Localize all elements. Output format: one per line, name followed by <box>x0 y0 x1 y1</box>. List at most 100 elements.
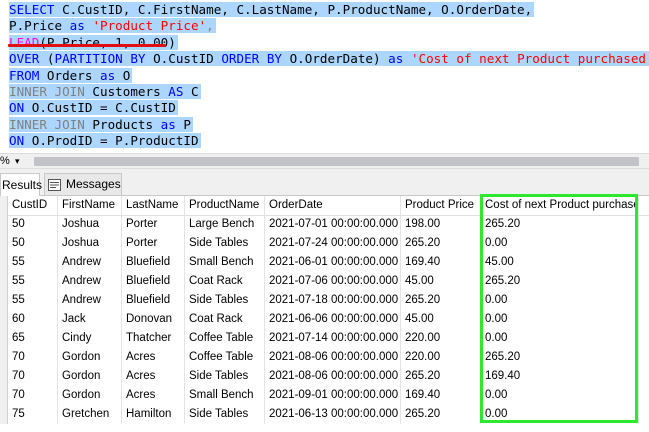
table-cell[interactable]: 0.00 <box>481 386 639 405</box>
column-header[interactable]: Product Price <box>401 196 481 215</box>
code-line[interactable]: ON O.ProdID = P.ProductID <box>9 132 201 149</box>
table-cell[interactable]: 220.00 <box>401 348 481 367</box>
table-cell[interactable]: Jack <box>58 310 122 329</box>
table-cell[interactable]: Gordon <box>58 348 122 367</box>
table-cell[interactable]: 169.40 <box>401 253 481 272</box>
table-cell[interactable]: 75 <box>8 405 58 424</box>
table-cell[interactable]: 2021-07-01 00:00:00.000 <box>265 215 401 234</box>
table-cell[interactable]: 55 <box>8 272 58 291</box>
code-line[interactable]: SELECT C.CustID, C.FirstName, C.LastName… <box>9 1 535 18</box>
row-selector[interactable] <box>0 234 8 253</box>
table-cell[interactable]: 2021-07-18 00:00:00.000 <box>265 291 401 310</box>
tab-results[interactable]: Results <box>0 173 42 196</box>
code-line[interactable]: INNER JOIN Customers AS C <box>9 83 201 100</box>
table-cell[interactable]: 45.00 <box>401 272 481 291</box>
table-cell[interactable]: 0.00 <box>481 310 639 329</box>
table-cell[interactable]: 265.20 <box>481 272 639 291</box>
row-selector[interactable] <box>0 291 8 310</box>
table-cell[interactable]: 0.00 <box>481 234 639 253</box>
table-cell[interactable]: 60 <box>8 310 58 329</box>
table-row[interactable]: 55 Andrew Bluefield Side Tables 2021-07-18 0… <box>0 291 649 310</box>
table-cell[interactable]: Andrew <box>58 253 122 272</box>
table-cell[interactable]: 0.00 <box>481 291 639 310</box>
row-selector-header[interactable] <box>0 196 8 215</box>
table-cell[interactable]: Side Tables <box>185 234 265 253</box>
results-grid[interactable]: CustID FirstName LastName ProductName OrderD… <box>0 196 649 432</box>
table-cell[interactable]: 45.00 <box>481 253 639 272</box>
table-cell[interactable]: 50 <box>8 234 58 253</box>
table-row[interactable]: 60 Jack Donovan Coat Rack 2021-06-06 00:00:0… <box>0 310 649 329</box>
column-header[interactable]: LastName <box>122 196 185 215</box>
table-cell[interactable]: 2021-07-14 00:00:00.000 <box>265 329 401 348</box>
table-cell[interactable]: Hamilton <box>122 405 185 424</box>
table-cell[interactable]: 2021-08-06 00:00:00.000 <box>265 348 401 367</box>
code-line[interactable]: P.Price as 'Product Price', <box>9 17 216 34</box>
table-cell[interactable]: 265.20 <box>401 291 481 310</box>
tab-messages[interactable]: Messages <box>44 173 122 196</box>
table-row[interactable]: 70 Gordon Acres Side Tables 2021-08-06 00:00… <box>0 367 649 386</box>
table-cell[interactable]: 55 <box>8 291 58 310</box>
table-cell[interactable]: Porter <box>122 215 185 234</box>
table-cell[interactable]: 2021-07-06 00:00:00.000 <box>265 272 401 291</box>
row-selector[interactable] <box>0 386 8 405</box>
row-selector[interactable] <box>0 348 8 367</box>
table-cell[interactable]: 220.00 <box>401 329 481 348</box>
row-selector[interactable] <box>0 329 8 348</box>
horizontal-scrollbar[interactable] <box>34 157 639 166</box>
table-cell[interactable]: 70 <box>8 386 58 405</box>
column-header[interactable]: Cost of next Product purchased <box>481 196 639 215</box>
table-cell[interactable]: Gordon <box>58 386 122 405</box>
code-line[interactable]: INNER JOIN Products as P <box>9 116 193 133</box>
column-header[interactable]: CustID <box>8 196 58 215</box>
table-cell[interactable]: Joshua <box>58 234 122 253</box>
table-cell[interactable]: Bluefield <box>122 291 185 310</box>
table-cell[interactable]: 198.00 <box>401 215 481 234</box>
column-header[interactable]: OrderDate <box>265 196 401 215</box>
table-cell[interactable]: Side Tables <box>185 367 265 386</box>
row-selector[interactable] <box>0 310 8 329</box>
chevron-down-icon[interactable]: ▾ <box>15 156 20 167</box>
table-cell[interactable]: Andrew <box>58 291 122 310</box>
table-cell[interactable]: 2021-08-06 00:00:00.000 <box>265 367 401 386</box>
table-cell[interactable]: 55 <box>8 253 58 272</box>
table-cell[interactable]: Coat Rack <box>185 272 265 291</box>
table-cell[interactable]: Coffee Table <box>185 329 265 348</box>
table-cell[interactable]: Small Bench <box>185 386 265 405</box>
row-selector[interactable] <box>0 215 8 234</box>
table-cell[interactable]: Acres <box>122 386 185 405</box>
table-cell[interactable]: 2021-09-01 00:00:00.000 <box>265 386 401 405</box>
table-cell[interactable]: Gretchen <box>58 405 122 424</box>
table-cell[interactable]: 265.20 <box>481 215 639 234</box>
row-selector[interactable] <box>0 367 8 386</box>
table-row[interactable]: 70 Gordon Acres Small Bench 2021-09-01 00:00… <box>0 386 649 405</box>
table-cell[interactable]: 265.20 <box>481 348 639 367</box>
column-header[interactable]: FirstName <box>58 196 122 215</box>
table-cell[interactable]: Small Bench <box>185 253 265 272</box>
table-cell[interactable]: Cindy <box>58 329 122 348</box>
code-line[interactable]: ON O.CustID = C.CustID <box>9 99 178 116</box>
table-cell[interactable]: Side Tables <box>185 405 265 424</box>
table-cell[interactable]: 2021-06-01 00:00:00.000 <box>265 253 401 272</box>
table-cell[interactable]: Andrew <box>58 272 122 291</box>
table-row[interactable]: 75 Gretchen Hamilton Side Tables 2021-06-13 … <box>0 405 649 424</box>
table-row[interactable]: 70 Gordon Acres Coffee Table 2021-08-06 00:0… <box>0 348 649 367</box>
column-header[interactable]: ProductName <box>185 196 265 215</box>
table-cell[interactable]: Porter <box>122 234 185 253</box>
table-cell[interactable]: 50 <box>8 215 58 234</box>
table-cell[interactable]: 70 <box>8 367 58 386</box>
table-cell[interactable]: Coat Rack <box>185 310 265 329</box>
table-row[interactable]: 50 Joshua Porter Large Bench 2021-07-01 00:0… <box>0 215 649 234</box>
table-cell[interactable]: Gordon <box>58 367 122 386</box>
table-cell[interactable]: Thatcher <box>122 329 185 348</box>
table-cell[interactable]: 45.00 <box>401 310 481 329</box>
table-cell[interactable]: Bluefield <box>122 253 185 272</box>
table-cell[interactable]: 2021-06-13 00:00:00.000 <box>265 405 401 424</box>
code-line[interactable]: FROM Orders as O <box>9 67 133 84</box>
table-cell[interactable]: 169.40 <box>401 386 481 405</box>
table-cell[interactable]: Coffee Table <box>185 348 265 367</box>
table-row[interactable]: 55 Andrew Bluefield Small Bench 2021-06-01 0… <box>0 253 649 272</box>
table-cell[interactable]: 2021-06-06 00:00:00.000 <box>265 310 401 329</box>
table-cell[interactable]: Bluefield <box>122 272 185 291</box>
table-cell[interactable]: 265.20 <box>401 405 481 424</box>
table-cell[interactable]: Acres <box>122 348 185 367</box>
